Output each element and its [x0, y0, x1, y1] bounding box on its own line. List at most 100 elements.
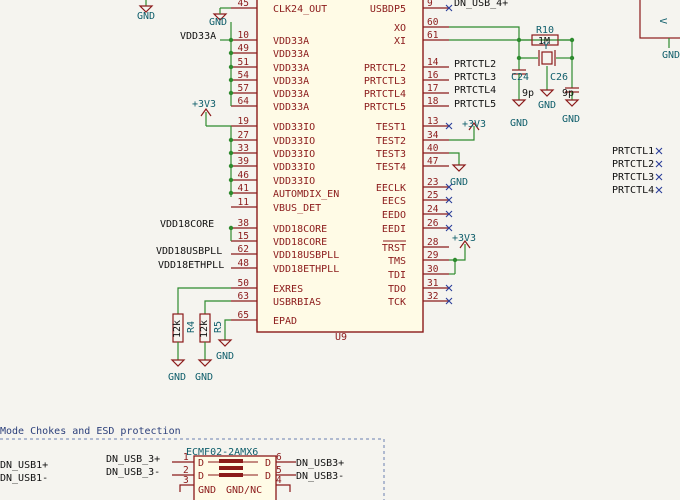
svg-text:D: D — [265, 471, 271, 482]
pin-name: VDD18USBPLL — [273, 250, 339, 261]
svg-text:4: 4 — [276, 475, 282, 486]
schematic-canvas: Mode Chokes and ESD protection V GND GND… — [0, 0, 680, 500]
pin-number: 54 — [238, 70, 250, 81]
pin-number: 48 — [238, 258, 250, 269]
pin-name: EXRES — [273, 284, 303, 295]
prtctl-nets: PRTCTL2 PRTCTL3 PRTCTL4 PRTCTL5 — [454, 59, 496, 110]
esd-out-net-1: DN_USB3+ — [296, 458, 344, 469]
svg-text:6: 6 — [276, 452, 282, 463]
svg-text:GND: GND — [510, 118, 528, 129]
pin-name: TRST — [382, 243, 406, 254]
pin-name: VBUS_DET — [273, 203, 321, 214]
esd-left-net-1: DN_USB1+ — [0, 460, 48, 471]
svg-text:C24: C24 — [511, 72, 529, 83]
pin-number: 15 — [238, 231, 249, 242]
gnd-symbol-top-left: GND — [137, 0, 155, 22]
pin-name: TEST4 — [376, 162, 406, 173]
vdd33io-bus: +3V3 — [192, 99, 234, 197]
offpage-gnd-label: GND — [662, 50, 680, 61]
pin-name: VDD33IO — [273, 122, 315, 133]
pin-name: VDD33IO — [273, 136, 315, 147]
vdd33a-bus: VDD33A — [180, 22, 234, 106]
svg-text:GND: GND — [137, 11, 155, 22]
esd-left-net-2: DN_USB1- — [0, 473, 48, 484]
pin-number: 57 — [238, 83, 249, 94]
no-connect-markers — [445, 4, 453, 305]
svg-text:R5: R5 — [213, 321, 224, 333]
pin-number: 64 — [238, 96, 250, 107]
pin-number: 18 — [427, 96, 439, 107]
pin-name: VDD33IO — [273, 162, 315, 173]
pin-number: 9 — [427, 0, 433, 9]
pin-name: PRTCTL5 — [364, 102, 406, 113]
svg-text:GND: GND — [168, 372, 186, 383]
pin-name: TEST2 — [376, 136, 406, 147]
pin-name: VDD18ETHPLL — [273, 264, 339, 275]
pin-number: 49 — [238, 43, 250, 54]
svg-text:R4: R4 — [186, 321, 197, 333]
svg-text:D: D — [265, 458, 271, 469]
pin-name: VDD33IO — [273, 149, 315, 160]
pin-name: EPAD — [273, 316, 297, 327]
pin-number: 39 — [238, 156, 250, 167]
chip-ref: U9 — [335, 332, 347, 343]
pin-name: USBDP5 — [370, 4, 406, 15]
offpage-v-label: V — [657, 18, 668, 24]
v33-label-left: +3V3 — [192, 99, 216, 110]
pin-number: 50 — [238, 278, 250, 289]
net-vdd18core: VDD18CORE — [160, 219, 214, 230]
pin-name: USBRBIAS — [273, 297, 321, 308]
pin-number: 65 — [238, 310, 249, 321]
pin-number: 16 — [427, 70, 439, 81]
svg-text:+3V3: +3V3 — [462, 119, 486, 130]
pin-number: 31 — [427, 278, 439, 289]
crystal-y[interactable] — [541, 51, 553, 65]
net-dn-usb-4p: DN_USB_4+ — [454, 0, 508, 9]
net-prtctl2: PRTCTL2 — [454, 59, 496, 70]
pin-name: VDD33A — [273, 49, 309, 60]
net-list-prtctl2: PRTCTL2 — [612, 159, 654, 170]
esd-section-title: Mode Chokes and ESD protection — [0, 426, 181, 437]
jtag-pullup: +3V3 — [449, 233, 476, 275]
pin-name: TDO — [388, 284, 406, 295]
pin-name: EECLK — [376, 183, 406, 194]
pin-number: 47 — [427, 156, 438, 167]
pin-name: TMS — [388, 256, 406, 267]
svg-text:R10: R10 — [536, 25, 554, 36]
pin-name: TEST3 — [376, 149, 406, 160]
svg-text:+3V3: +3V3 — [452, 233, 476, 244]
prtctl-list: PRTCTL1 PRTCTL2 PRTCTL3 PRTCTL4 — [612, 146, 663, 196]
net-vdd33a: VDD33A — [180, 31, 216, 42]
svg-text:GND: GND — [195, 372, 213, 383]
svg-text:GND/NC: GND/NC — [226, 485, 262, 496]
pin-number: 51 — [238, 57, 250, 68]
pin-number: 29 — [427, 250, 439, 261]
pin-number: 40 — [427, 143, 439, 154]
svg-text:9p: 9p — [522, 88, 534, 99]
svg-text:GND: GND — [198, 485, 216, 496]
pin-name: PRTCTL2 — [364, 63, 406, 74]
pin-number: 25 — [427, 190, 438, 201]
pin-number: 33 — [238, 143, 249, 154]
svg-text:9p: 9p — [562, 88, 574, 99]
svg-text:GND: GND — [562, 114, 580, 125]
pin-name: VDD33A — [273, 89, 309, 100]
pin-number: 30 — [427, 264, 439, 275]
esd-out-net-2: DN_USB3- — [296, 471, 344, 482]
pin-name: VDD18CORE — [273, 237, 327, 248]
pin-number: 27 — [238, 130, 249, 141]
svg-text:GND: GND — [450, 177, 468, 188]
svg-text:GND: GND — [538, 100, 556, 111]
esd-in-net-2: DN_USB_3- — [106, 467, 160, 478]
svg-text:12k: 12k — [199, 320, 210, 338]
pin-name: XI — [394, 36, 406, 47]
pin-name: XO — [394, 23, 406, 34]
svg-text:1: 1 — [183, 452, 189, 463]
pin-number: 14 — [427, 57, 439, 68]
pin-name: CLK24_OUT — [273, 4, 327, 15]
pin-number: 61 — [427, 30, 439, 41]
pin-number: 26 — [427, 218, 439, 229]
bias-resistors: 12k R4 12k R5 GND GND GND — [168, 287, 234, 383]
svg-text:D: D — [198, 471, 204, 482]
pin-name: VDD33A — [273, 102, 309, 113]
